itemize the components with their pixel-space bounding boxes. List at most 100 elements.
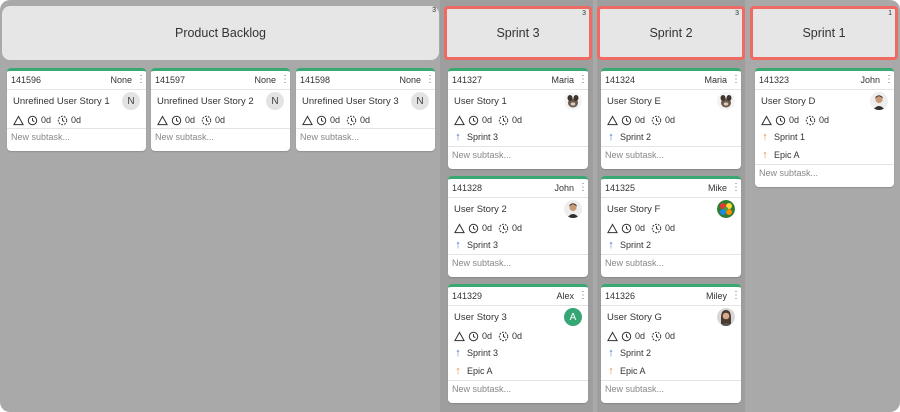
kebab-menu-icon[interactable]: ⋮	[280, 75, 290, 85]
avatar[interactable]: N	[122, 92, 140, 110]
card-141598[interactable]: 141598 None ⋮ Unrefined User Story 3 N 0…	[296, 68, 435, 151]
kebab-menu-icon[interactable]: ⋮	[578, 75, 588, 85]
column-header-product-backlog[interactable]: Product Backlog 3	[2, 6, 439, 60]
card-title[interactable]: User Story 1	[454, 96, 564, 107]
card-id: 141326	[605, 291, 636, 301]
card-id: 141325	[605, 183, 636, 193]
avatar[interactable]: A	[564, 308, 582, 326]
spent-value: 0d	[360, 115, 371, 125]
card-141325[interactable]: 141325 Mike ⋮ User Story F 0d 0d ↑ Sprin…	[601, 176, 741, 277]
card-141324[interactable]: 141324 Maria ⋮ User Story E 0d 0d ↑ Spri…	[601, 68, 741, 169]
avatar[interactable]: N	[411, 92, 429, 110]
parent-link[interactable]: ↑ Sprint 2	[601, 344, 741, 362]
parent-link[interactable]: ↑ Sprint 1	[755, 128, 894, 146]
kebab-menu-icon[interactable]: ⋮	[731, 75, 741, 85]
spent-value: 0d	[665, 223, 676, 233]
card-assignee[interactable]: Maria	[704, 75, 727, 85]
avatar[interactable]	[870, 92, 888, 110]
triangle-icon[interactable]	[454, 330, 465, 342]
card-title[interactable]: User Story 3	[454, 312, 564, 323]
parent-link[interactable]: ↑ Sprint 3	[448, 236, 588, 254]
card-title[interactable]: User Story G	[607, 312, 717, 323]
card-141329[interactable]: 141329 Alex ⋮ User Story 3 A 0d 0d ↑ Spr…	[448, 284, 588, 403]
avatar[interactable]: N	[266, 92, 284, 110]
avatar[interactable]	[564, 92, 582, 110]
card-assignee[interactable]: Miley	[706, 291, 727, 301]
kebab-menu-icon[interactable]: ⋮	[136, 75, 146, 85]
card-title[interactable]: User Story 2	[454, 204, 564, 215]
card-141596[interactable]: 141596 None ⋮ Unrefined User Story 1 N 0…	[7, 68, 146, 151]
triangle-icon[interactable]	[607, 330, 618, 342]
dog-avatar-icon	[720, 95, 732, 108]
card-141327[interactable]: 141327 Maria ⋮ User Story 1 0d 0d ↑ Spri…	[448, 68, 588, 169]
triangle-icon[interactable]	[302, 114, 313, 126]
new-subtask-input[interactable]: New subtask...	[448, 380, 588, 397]
spent-value: 0d	[819, 115, 830, 125]
card-title[interactable]: Unrefined User Story 2	[157, 96, 266, 107]
spent-value: 0d	[665, 331, 676, 341]
epic-link[interactable]: ↑ Epic A	[601, 362, 741, 380]
avatar[interactable]	[717, 200, 735, 218]
kebab-menu-icon[interactable]: ⋮	[578, 291, 588, 301]
card-header: 141326 Miley ⋮	[601, 287, 741, 305]
column-title: Product Backlog	[174, 26, 267, 40]
card-header: 141323 John ⋮	[755, 71, 894, 89]
estimate-value: 0d	[330, 115, 341, 125]
triangle-icon[interactable]	[607, 114, 618, 126]
new-subtask-input[interactable]: New subtask...	[601, 146, 741, 163]
kebab-menu-icon[interactable]: ⋮	[884, 75, 894, 85]
avatar[interactable]	[717, 308, 735, 326]
triangle-icon[interactable]	[454, 114, 465, 126]
card-header: 141596 None ⋮	[7, 71, 146, 89]
card-title[interactable]: Unrefined User Story 3	[302, 96, 411, 107]
kebab-menu-icon[interactable]: ⋮	[731, 291, 741, 301]
card-title[interactable]: User Story E	[607, 96, 717, 107]
card-meta: 0d 0d	[601, 328, 741, 344]
kebab-menu-icon[interactable]: ⋮	[578, 183, 588, 193]
column-header-sprint-3[interactable]: Sprint 3 3	[444, 6, 592, 60]
parent-link[interactable]: ↑ Sprint 3	[448, 344, 588, 362]
card-assignee[interactable]: Alex	[556, 291, 574, 301]
epic-link[interactable]: ↑ Epic A	[448, 362, 588, 380]
epic-link[interactable]: ↑ Epic A	[755, 146, 894, 164]
new-subtask-input[interactable]: New subtask...	[296, 128, 435, 145]
card-assignee[interactable]: Maria	[551, 75, 574, 85]
card-assignee[interactable]: None	[254, 75, 276, 85]
card-assignee[interactable]: John	[860, 75, 880, 85]
clock-icon	[316, 115, 327, 125]
card-141597[interactable]: 141597 None ⋮ Unrefined User Story 2 N 0…	[151, 68, 290, 151]
triangle-icon[interactable]	[454, 222, 465, 234]
parent-link[interactable]: ↑ Sprint 2	[601, 128, 741, 146]
column-header-sprint-1[interactable]: Sprint 1 1	[750, 6, 898, 60]
parent-link[interactable]: ↑ Sprint 2	[601, 236, 741, 254]
kebab-menu-icon[interactable]: ⋮	[731, 183, 741, 193]
new-subtask-input[interactable]: New subtask...	[448, 146, 588, 163]
arrow-up-icon: ↑	[455, 130, 461, 143]
triangle-icon[interactable]	[761, 114, 772, 126]
card-title[interactable]: User Story D	[761, 96, 870, 107]
triangle-icon[interactable]	[157, 114, 168, 126]
triangle-icon[interactable]	[607, 222, 618, 234]
new-subtask-input[interactable]: New subtask...	[755, 164, 894, 181]
card-141328[interactable]: 141328 John ⋮ User Story 2 0d 0d ↑ Sprin…	[448, 176, 588, 277]
card-assignee[interactable]: None	[110, 75, 132, 85]
kebab-menu-icon[interactable]: ⋮	[425, 75, 435, 85]
card-141323[interactable]: 141323 John ⋮ User Story D 0d 0d ↑ Sprin…	[755, 68, 894, 187]
triangle-icon[interactable]	[13, 114, 24, 126]
new-subtask-input[interactable]: New subtask...	[448, 254, 588, 271]
new-subtask-input[interactable]: New subtask...	[151, 128, 290, 145]
card-assignee[interactable]: John	[554, 183, 574, 193]
new-subtask-input[interactable]: New subtask...	[601, 380, 741, 397]
card-assignee[interactable]: Mike	[708, 183, 727, 193]
card-id: 141327	[452, 75, 483, 85]
column-header-sprint-2[interactable]: Sprint 2 3	[597, 6, 745, 60]
card-title[interactable]: Unrefined User Story 1	[13, 96, 122, 107]
new-subtask-input[interactable]: New subtask...	[601, 254, 741, 271]
avatar[interactable]	[717, 92, 735, 110]
card-title[interactable]: User Story F	[607, 204, 717, 215]
card-141326[interactable]: 141326 Miley ⋮ User Story G 0d 0d ↑ Spri…	[601, 284, 741, 403]
new-subtask-input[interactable]: New subtask...	[7, 128, 146, 145]
card-assignee[interactable]: None	[399, 75, 421, 85]
avatar[interactable]	[564, 200, 582, 218]
parent-link[interactable]: ↑ Sprint 3	[448, 128, 588, 146]
